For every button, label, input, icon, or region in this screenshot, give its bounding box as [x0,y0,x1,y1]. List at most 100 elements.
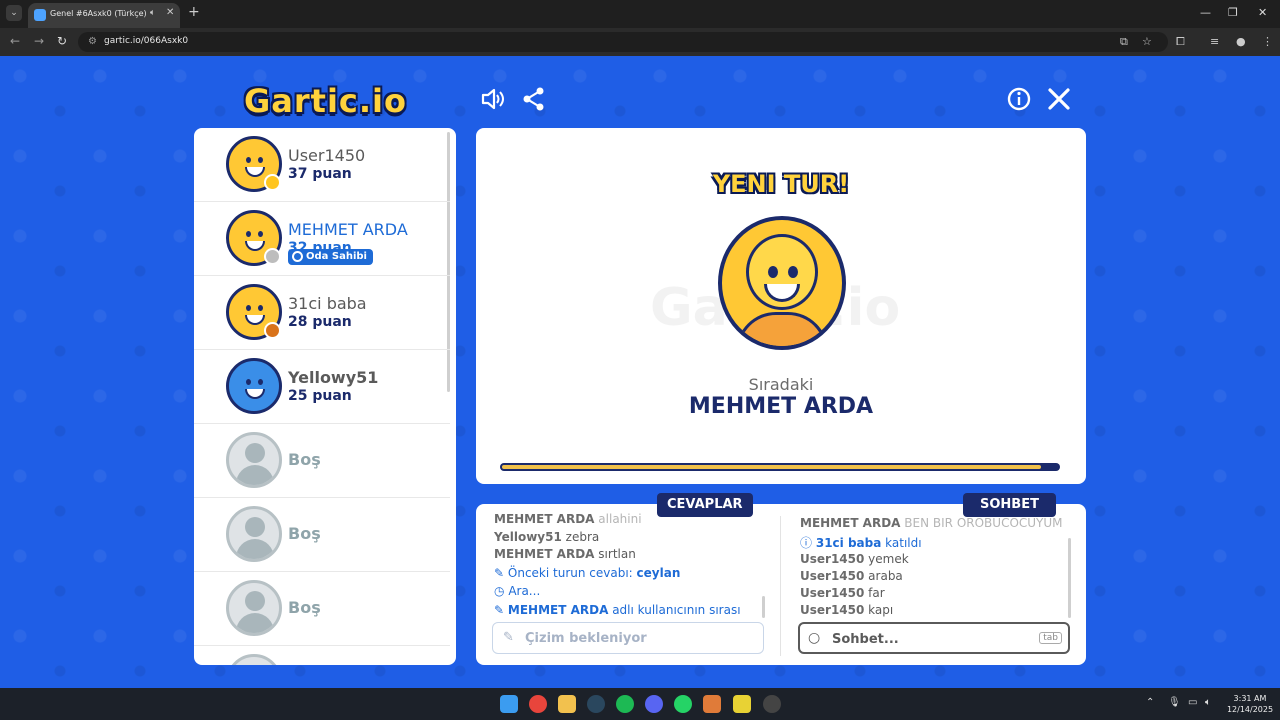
system-clock[interactable]: 3:31 AM 12/14/2025 [1226,693,1274,715]
new-tab-button[interactable]: + [188,4,200,20]
chat-line: User1450 kapı [800,603,893,617]
window-close-button[interactable]: ✕ [1258,6,1267,19]
join-text: katıldı [885,536,922,550]
avatar-eye [246,379,251,385]
volume-icon[interactable]: 🔈︎ [1205,697,1211,708]
player-score: 25 puan [288,388,352,404]
previous-answer: ceylan [636,566,681,580]
players-panel: User1450 37 puan MEHMET ARDA 32 puan 31c… [194,128,456,665]
tab-chat[interactable]: SOHBET [963,493,1056,517]
discord-icon[interactable] [645,695,663,713]
tab-search-icon[interactable]: ⌄ [6,5,22,21]
whatsapp-icon[interactable] [674,695,692,713]
speaker-icon[interactable]: 🔈︎ [150,8,155,18]
player-name: 31ci baba [288,294,367,313]
chat-scrollbar[interactable] [1068,538,1071,618]
avatar-head [245,591,265,611]
chat-user: User1450 [800,586,865,600]
profile-avatar-icon[interactable]: ● [1236,35,1246,48]
chat-user: User1450 [800,552,865,566]
next-player-avatar [718,216,846,350]
chrome-icon[interactable] [529,695,547,713]
chat-line: User1450 araba [800,569,903,583]
player-avatar [226,358,282,414]
obs-icon[interactable] [763,695,781,713]
windows-start-icon[interactable] [500,695,518,713]
maximize-button[interactable]: ❐ [1228,6,1238,19]
back-arrow-icon[interactable]: ← [10,34,20,48]
reload-icon[interactable]: ↻ [57,34,67,48]
tray-chevron-icon[interactable]: ⌃ [1146,697,1154,708]
round-timer-fill [502,465,1041,469]
join-user: 31ci baba [815,536,882,550]
chat-divider [780,516,781,656]
chat-input[interactable]: ○ Sohbet... tab [798,622,1070,654]
answer-user: Yellowy51 [494,530,562,544]
browser-tab[interactable]: Genel #6Asxk0 (Türkçe) - G 🔈︎ ✕ [28,3,180,28]
tab-close-icon[interactable]: ✕ [166,7,174,18]
empty-slot-label: Boş [288,524,321,543]
forward-arrow-icon[interactable]: → [34,34,44,48]
player-row[interactable]: User1450 37 puan [194,128,450,202]
bookmark-star-icon[interactable]: ☆ [1142,35,1152,48]
gartic-logo[interactable]: Gartic.io [244,82,407,120]
site-info-icon[interactable]: ⚙︎ [88,36,97,47]
next-label: Sıradaki [748,375,814,394]
microphone-icon[interactable]: 🎙︎ [1168,697,1181,708]
empty-avatar-icon [226,432,282,488]
player-name: User1450 [288,146,366,165]
tab-key-hint: tab [1039,632,1062,644]
more-menu-icon[interactable]: ⋮ [1262,35,1273,48]
extensions-icon[interactable]: ⧠ [1176,35,1185,49]
share-icon[interactable] [521,86,547,112]
info-prefix: Önceki turun cevabı: [507,566,633,580]
empty-slot: Boş [194,498,450,572]
answers-scrollbar[interactable] [762,596,765,618]
drawing-board[interactable]: Gartic.io YENI TUR! Sıradaki MEHMET ARDA [476,128,1086,484]
status-dot [264,174,281,191]
vpn-icon[interactable] [733,695,751,713]
sound-icon[interactable] [480,86,506,112]
chat-text: araba [868,569,903,583]
close-icon[interactable] [1046,86,1072,112]
clock-date: 12/14/2025 [1226,705,1274,714]
chat-line: User1450 far [800,586,885,600]
file-explorer-icon[interactable] [558,695,576,713]
avatar-mouth [245,389,265,399]
chat-line-faded: MEHMET ARDA BEN BIR OROBUCOCUYUM [800,516,1063,530]
player-row[interactable]: 31ci baba 28 puan [194,276,450,350]
gartic-favicon-icon [34,9,46,21]
install-app-icon[interactable]: ⧉ [1120,35,1128,49]
turn-suffix: adlı kullanıcının sırası [612,603,741,617]
chat-panel: MEHMET ARDA allahini Yellowy51 zebra MEH… [476,504,1086,665]
answer-text: sırtlan [598,547,636,561]
clock-icon: ◷ [494,584,505,598]
photos-icon[interactable] [703,695,721,713]
avatar-mouth [245,241,265,251]
steam-icon[interactable] [587,695,605,713]
spotify-icon[interactable] [616,695,634,713]
tab-answers[interactable]: CEVAPLAR [657,493,753,517]
avatar-mouth [245,167,265,177]
minimize-button[interactable]: — [1200,6,1211,19]
smiley-icon [292,251,303,262]
answer-user: MEHMET ARDA [494,512,595,526]
player-name: Yellowy51 [288,368,379,387]
chat-text: BEN BIR OROBUCOCUYUM [904,516,1063,530]
avatar-body [236,539,274,559]
avatar-eye [258,157,263,163]
answer-input[interactable]: ✎ Çizim bekleniyor [492,622,764,654]
info-icon[interactable] [1006,86,1032,112]
media-controls-icon[interactable]: ≡ [1210,35,1219,48]
pencil-icon: ✎ [494,603,505,617]
player-row[interactable]: Yellowy51 25 puan [194,350,450,424]
answer-text: zebra [565,530,600,544]
avatar-body [236,465,274,485]
avatar-head [245,517,265,537]
url-field[interactable]: ⚙︎ gartic.io/066Asxk0 ⧉ ☆ [78,32,1168,52]
chat-text: kapı [868,603,894,617]
chat-user: User1450 [800,569,865,583]
network-icon[interactable]: ▭ [1188,697,1197,708]
tab-title: Genel #6Asxk0 (Türkçe) - G [50,9,148,18]
empty-slot-label: Boş [288,450,321,469]
